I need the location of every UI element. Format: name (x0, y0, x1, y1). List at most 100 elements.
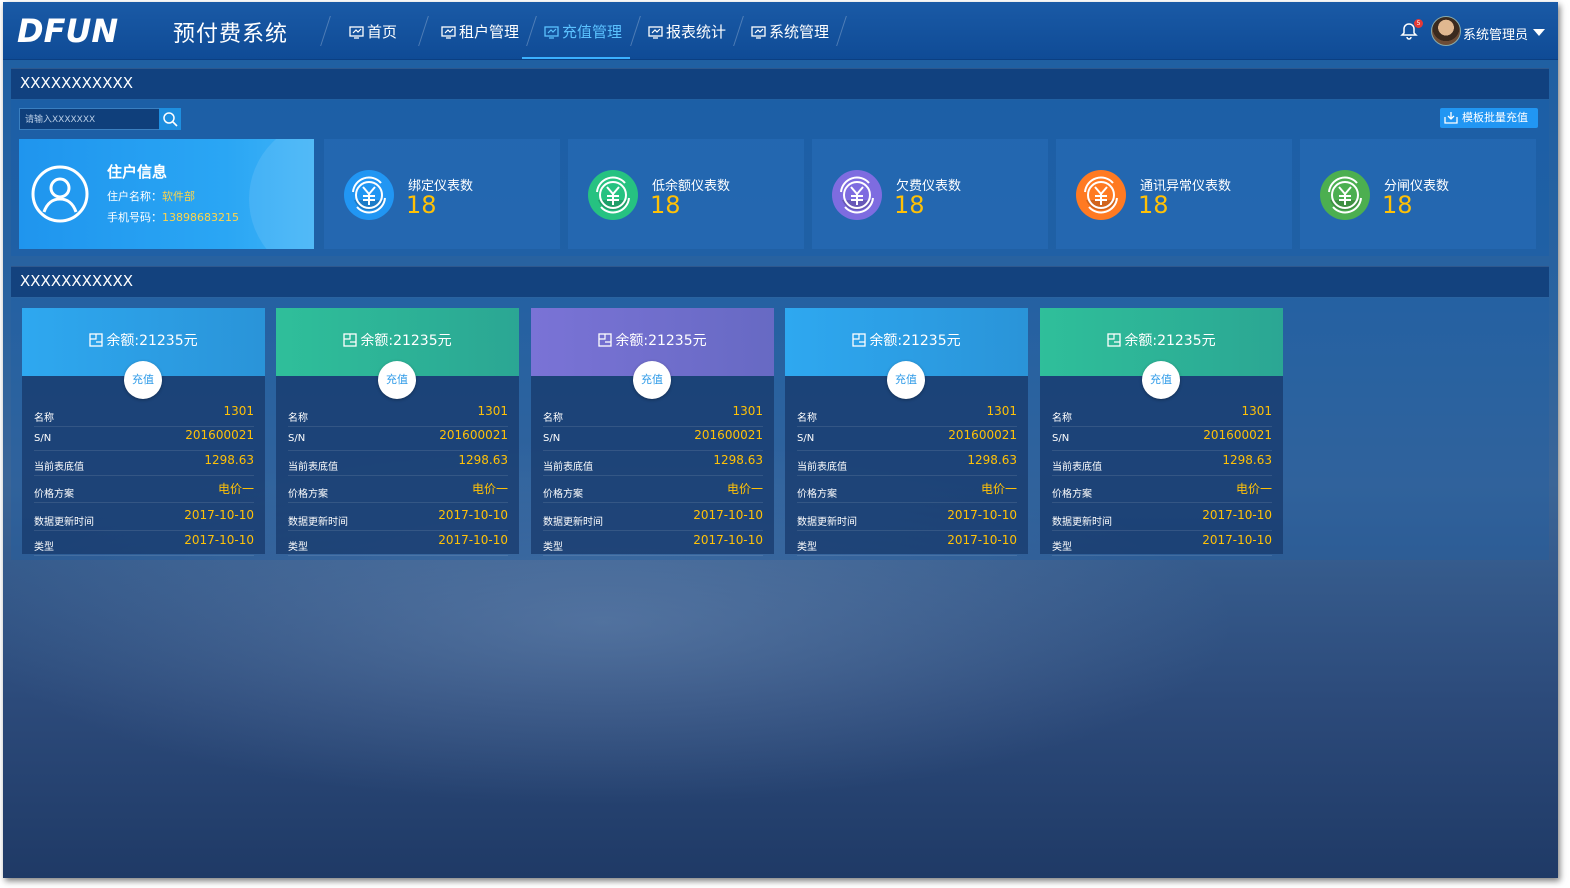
recharge-button[interactable]: 充值 (887, 361, 925, 399)
meter-row-label: 类型 (543, 542, 563, 553)
meter-row-value: 电价一 (726, 482, 763, 496)
meter-row-value: 1298.63 (1222, 453, 1272, 467)
meter-icon (89, 333, 104, 347)
meter-row-label: 数据更新时间 (34, 517, 94, 528)
dfun-logo: DFUN (17, 13, 118, 47)
meter-row: S/N 201600021 (1052, 424, 1272, 451)
meter-row: 名称 1301 (543, 400, 763, 427)
meter-row-value: 电价一 (1235, 482, 1272, 496)
meter-card-3: 余额:21235元 充值 名称 1301 S/N 201600021 当前表底值 1298.6… (785, 308, 1028, 556)
meter-row-label: 价格方案 (288, 489, 328, 500)
tenant-name-row: 住户名称：软件部 (107, 190, 195, 203)
meter-icon (852, 333, 867, 347)
meter-row-value: 电价一 (980, 482, 1017, 496)
meter-row-label: S/N (34, 433, 52, 444)
meter-card-4: 余额:21235元 充值 名称 1301 S/N 201600021 当前表底值 1298.6… (1040, 308, 1283, 556)
meter-row: 类型 2017-10-10 (543, 529, 763, 556)
search-button[interactable] (159, 108, 181, 130)
meter-row-label: 类型 (288, 542, 308, 553)
meter-row-label: 价格方案 (1052, 489, 1092, 500)
user-icon (31, 165, 89, 223)
stat-card-3[interactable]: 通讯异常仪表数 18 (1056, 139, 1292, 249)
meter-row: 当前表底值 1298.63 (1052, 449, 1272, 476)
section1-title: XXXXXXXXXXX (20, 74, 134, 92)
nav-system-management[interactable]: 系统管理 (751, 2, 829, 59)
stat-value: 18 (894, 191, 925, 219)
meter-row-label: 数据更新时间 (1052, 517, 1112, 528)
recharge-button[interactable]: 充值 (124, 361, 162, 399)
nav-home[interactable]: 首页 (349, 2, 397, 59)
meter-row: 类型 2017-10-10 (797, 529, 1017, 556)
meter-row: 类型 2017-10-10 (34, 529, 254, 556)
nav-recharge-management[interactable]: 充值管理 (521, 2, 631, 59)
meter-row-value: 1298.63 (204, 453, 254, 467)
meter-row-label: S/N (543, 433, 561, 444)
meter-row-value: 201600021 (439, 428, 508, 442)
meter-balance: 余额:21235元 (276, 330, 519, 350)
yen-coin-icon (1320, 170, 1370, 220)
user-name[interactable]: 系统管理员 (1463, 24, 1528, 43)
meter-row: 数据更新时间 2017-10-10 (543, 504, 763, 531)
tenant-phone-row: 手机号码：13898683215 (107, 211, 239, 224)
meter-row: 类型 2017-10-10 (1052, 529, 1272, 556)
caret-down-icon[interactable] (1533, 29, 1545, 36)
stat-card-4[interactable]: 分闸仪表数 18 (1300, 139, 1536, 249)
meter-row: S/N 201600021 (543, 424, 763, 451)
meter-row-label: 当前表底值 (34, 462, 84, 473)
top-nav-bar: DFUN 预付费系统 首页 租户管理 充值管理 报表统计 系统管理 5 系统管理… (3, 2, 1558, 60)
meter-row-value: 2017-10-10 (1202, 508, 1272, 522)
meter-row-value: 1301 (732, 404, 763, 418)
search-icon (163, 112, 178, 127)
meter-row-value: 1298.63 (967, 453, 1017, 467)
yen-coin-icon (588, 170, 638, 220)
meter-row-value: 1301 (477, 404, 508, 418)
meter-row: 价格方案 电价一 (288, 476, 508, 503)
meter-row-label: 当前表底值 (797, 462, 847, 473)
recharge-button[interactable]: 充值 (633, 361, 671, 399)
meter-row-value: 201600021 (185, 428, 254, 442)
meter-row-label: 类型 (797, 542, 817, 553)
meter-row: 价格方案 电价一 (543, 476, 763, 503)
meter-row-value: 2017-10-10 (947, 508, 1017, 522)
meter-row: 名称 1301 (288, 400, 508, 427)
meter-row: 名称 1301 (797, 400, 1017, 427)
yen-coin-icon (832, 170, 882, 220)
nav-report-statistics[interactable]: 报表统计 (648, 2, 726, 59)
search-input[interactable] (23, 111, 161, 128)
stat-card-0[interactable]: 绑定仪表数 18 (324, 139, 560, 249)
nav-tenant-management[interactable]: 租户管理 (441, 2, 519, 59)
yen-coin-icon (1076, 170, 1126, 220)
monitor-icon (751, 26, 766, 39)
meter-balance: 余额:21235元 (531, 330, 774, 350)
meter-row: 价格方案 电价一 (34, 476, 254, 503)
tenant-phone: 13898683215 (162, 211, 239, 224)
yen-coin-icon (344, 170, 394, 220)
meter-row-value: 电价一 (471, 482, 508, 496)
stat-card-1[interactable]: 低余额仪表数 18 (568, 139, 804, 249)
stat-value: 18 (650, 191, 681, 219)
monitor-icon (349, 26, 364, 39)
template-batch-recharge-button[interactable]: 模板批量充值 (1440, 108, 1538, 128)
meter-row-value: 2017-10-10 (693, 508, 763, 522)
meter-row-value: 2017-10-10 (184, 533, 254, 547)
recharge-button[interactable]: 充值 (1142, 361, 1180, 399)
meter-row-label: 类型 (34, 542, 54, 553)
meter-card-0: 余额:21235元 充值 名称 1301 S/N 201600021 当前表底值 1298.6… (22, 308, 265, 556)
recharge-button[interactable]: 充值 (378, 361, 416, 399)
section1-header: XXXXXXXXXXX (11, 68, 1549, 99)
meter-row: 类型 2017-10-10 (288, 529, 508, 556)
meter-row-label: 价格方案 (543, 489, 583, 500)
meter-row-value: 1301 (1241, 404, 1272, 418)
stat-value: 18 (406, 191, 437, 219)
app-window: DFUN 预付费系统 首页 租户管理 充值管理 报表统计 系统管理 5 系统管理… (3, 2, 1558, 878)
meter-row-label: 当前表底值 (1052, 462, 1102, 473)
user-avatar[interactable] (1431, 16, 1461, 46)
tenant-info-card: 住户信息 住户名称：软件部 手机号码：13898683215 (19, 139, 314, 249)
meter-row-value: 电价一 (217, 482, 254, 496)
meter-row: 数据更新时间 2017-10-10 (34, 504, 254, 531)
tenant-title: 住户信息 (107, 163, 168, 181)
monitor-icon (441, 26, 456, 39)
stat-card-2[interactable]: 欠费仪表数 18 (812, 139, 1048, 249)
meter-row-value: 1301 (223, 404, 254, 418)
stat-value: 18 (1382, 191, 1413, 219)
